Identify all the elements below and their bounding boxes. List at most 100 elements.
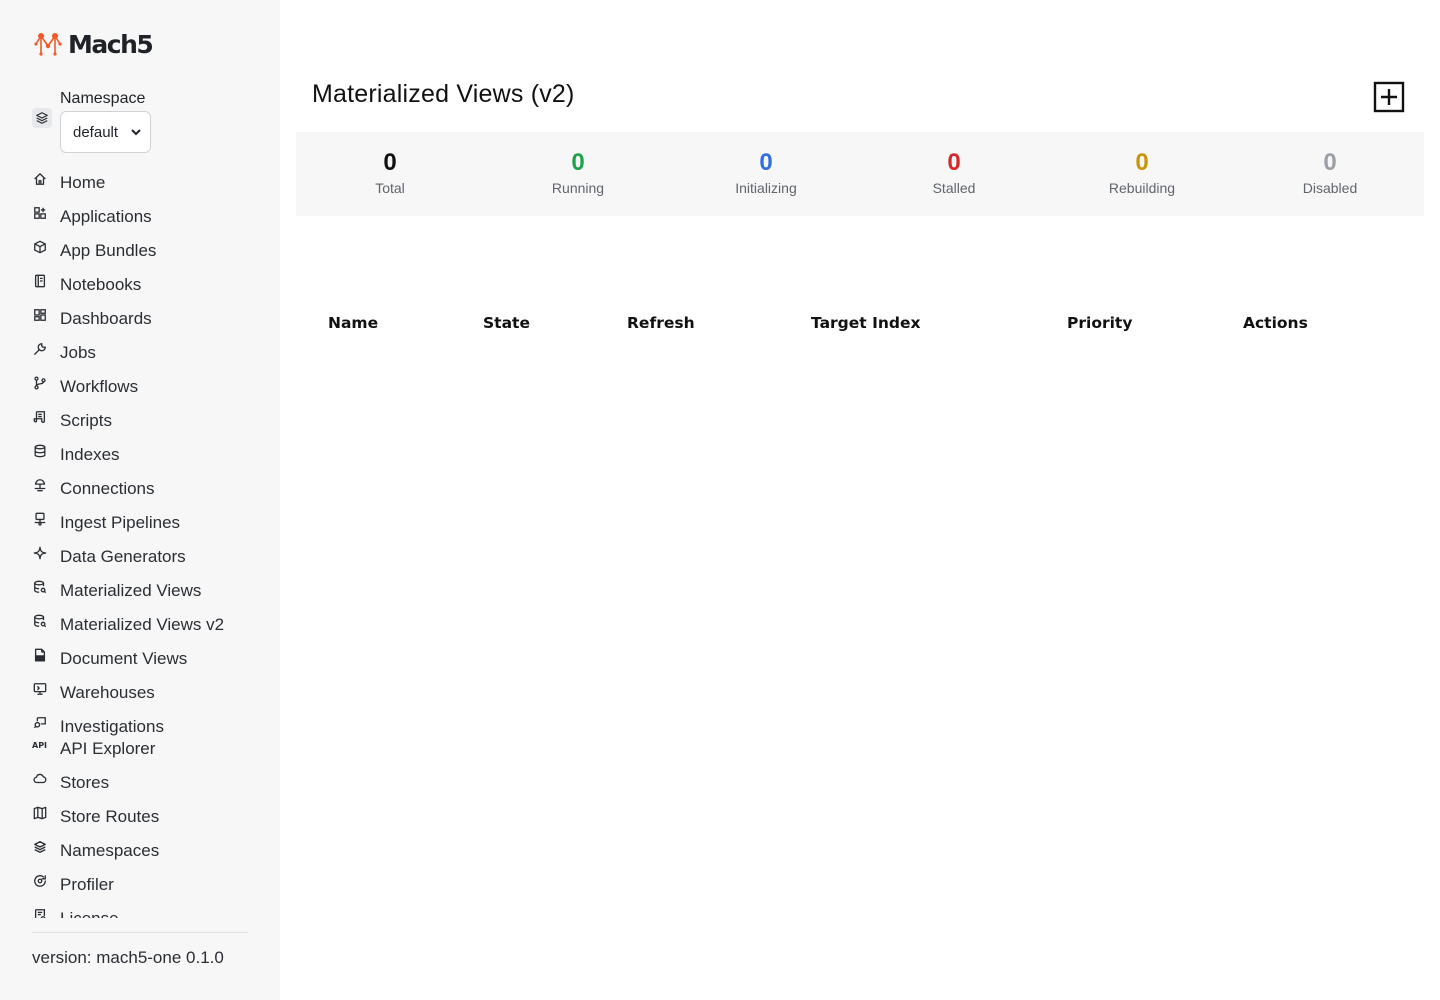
stat-label: Initializing [735,180,797,196]
sidebar-item-license[interactable]: License [32,903,262,918]
database-search-icon [32,579,48,595]
sidebar-item-data-generators[interactable]: Data Generators [32,541,262,569]
sidebar-item-label: API Explorer [60,739,156,758]
monitor-icon [32,681,48,697]
namespace-select[interactable]: default [60,111,151,153]
sidebar-item-label: Data Generators [60,547,186,566]
plus-square-icon [1373,81,1405,113]
wrench-icon [32,341,48,357]
cloud-icon [32,771,48,787]
sidebar: Mach5 Namespace default Home Application… [0,0,280,1000]
notebook-icon [32,273,48,289]
api-icon: API [32,737,48,753]
namespace-label: Namespace [60,90,146,107]
sidebar-item-materialized-views-v2[interactable]: Materialized Views v2 [32,609,262,637]
branch-icon [32,375,48,391]
views-table-header: Name State Refresh Target Index Priority… [312,306,1412,340]
stat-disabled: 0 Disabled [1236,132,1424,216]
sidebar-item-store-routes[interactable]: Store Routes [32,801,262,829]
sidebar-item-label: Jobs [60,343,96,362]
script-icon [32,409,48,425]
stat-rebuilding: 0 Rebuilding [1048,132,1236,216]
sidebar-item-dashboards[interactable]: Dashboards [32,303,262,331]
sidebar-item-label: Scripts [60,411,112,430]
sidebar-item-materialized-views[interactable]: Materialized Views [32,575,262,603]
column-header-priority[interactable]: Priority [1067,314,1132,332]
sidebar-item-app-bundles[interactable]: App Bundles [32,235,262,263]
database-icon [32,443,48,459]
sidebar-item-api-explorer[interactable]: API API Explorer [32,733,262,761]
sidebar-nav: Home Applications App Bundles Notebooks … [32,163,262,918]
stat-value: 0 [383,149,397,176]
stat-label: Disabled [1302,180,1358,196]
app-name: Mach5 [68,29,154,59]
stat-value: 0 [1135,149,1149,176]
sidebar-item-label: Notebooks [60,275,142,294]
sidebar-item-scripts[interactable]: Scripts [32,405,262,433]
status-summary: 0 Total 0 Running 0 Initializing 0 Stall… [296,132,1424,216]
stat-label: Rebuilding [1108,180,1176,196]
column-header-refresh[interactable]: Refresh [627,314,695,332]
profiler-icon [32,873,48,889]
add-materialized-view-button[interactable] [1373,81,1405,113]
pipeline-icon [32,511,48,527]
license-icon [32,907,48,918]
home-icon [32,171,48,187]
sidebar-item-label: Namespaces [60,841,160,860]
sidebar-item-document-views[interactable]: Document Views [32,643,262,671]
namespace-select-value: default [73,123,119,141]
stat-label: Running [551,180,605,196]
layers-icon [32,839,48,855]
column-header-state[interactable]: State [483,314,530,332]
sidebar-item-stores[interactable]: Stores [32,767,262,795]
stat-value: 0 [947,149,961,176]
sidebar-item-applications[interactable]: Applications [32,201,262,229]
map-icon [32,805,48,821]
sidebar-item-label: Document Views [60,649,188,668]
stat-value: 0 [759,149,773,176]
stat-label: Total [375,180,405,196]
sidebar-item-label: App Bundles [60,241,157,260]
stat-value: 0 [571,149,585,176]
sidebar-divider [32,932,248,933]
apps-icon [32,205,48,221]
app-logo[interactable]: Mach5 [32,28,154,60]
stat-label: Stalled [932,180,976,196]
sidebar-item-indexes[interactable]: Indexes [32,439,262,467]
package-icon [32,239,48,255]
svg-text:API: API [32,741,47,750]
sidebar-item-namespaces[interactable]: Namespaces [32,835,262,863]
sidebar-item-label: Materialized Views v2 [60,615,225,634]
sidebar-item-label: Materialized Views [60,581,202,600]
sidebar-item-label: Connections [60,479,155,498]
column-header-name[interactable]: Name [328,314,378,332]
namespace-selector: Namespace default [32,90,252,154]
sparkle-icon [32,545,48,561]
sidebar-item-label: Stores [60,773,110,792]
page-title: Materialized Views (v2) [312,80,575,108]
sidebar-item-label: Home [60,173,106,192]
connection-icon [32,477,48,493]
chevron-down-icon [131,129,141,136]
sidebar-item-label: Applications [60,207,152,226]
sidebar-item-warehouses[interactable]: Warehouses [32,677,262,705]
stat-stalled: 0 Stalled [860,132,1048,216]
sidebar-item-label: Workflows [60,377,139,396]
document-icon [32,647,48,663]
sidebar-item-home[interactable]: Home [32,167,262,195]
sidebar-item-ingest-pipelines[interactable]: Ingest Pipelines [32,507,262,535]
stat-total: 0 Total [296,132,484,216]
sidebar-item-notebooks[interactable]: Notebooks [32,269,262,297]
column-header-actions: Actions [1243,314,1308,332]
dashboard-icon [32,307,48,323]
stat-initializing: 0 Initializing [672,132,860,216]
column-header-target-index[interactable]: Target Index [811,314,921,332]
sidebar-item-connections[interactable]: Connections [32,473,262,501]
sidebar-item-profiler[interactable]: Profiler [32,869,262,897]
sidebar-item-workflows[interactable]: Workflows [32,371,262,399]
sidebar-item-label: Indexes [60,445,120,464]
sidebar-item-jobs[interactable]: Jobs [32,337,262,365]
stat-running: 0 Running [484,132,672,216]
mach5-logo-icon [34,33,62,56]
main-content: Materialized Views (v2) 0 Total 0 Runnin… [280,0,1440,1000]
